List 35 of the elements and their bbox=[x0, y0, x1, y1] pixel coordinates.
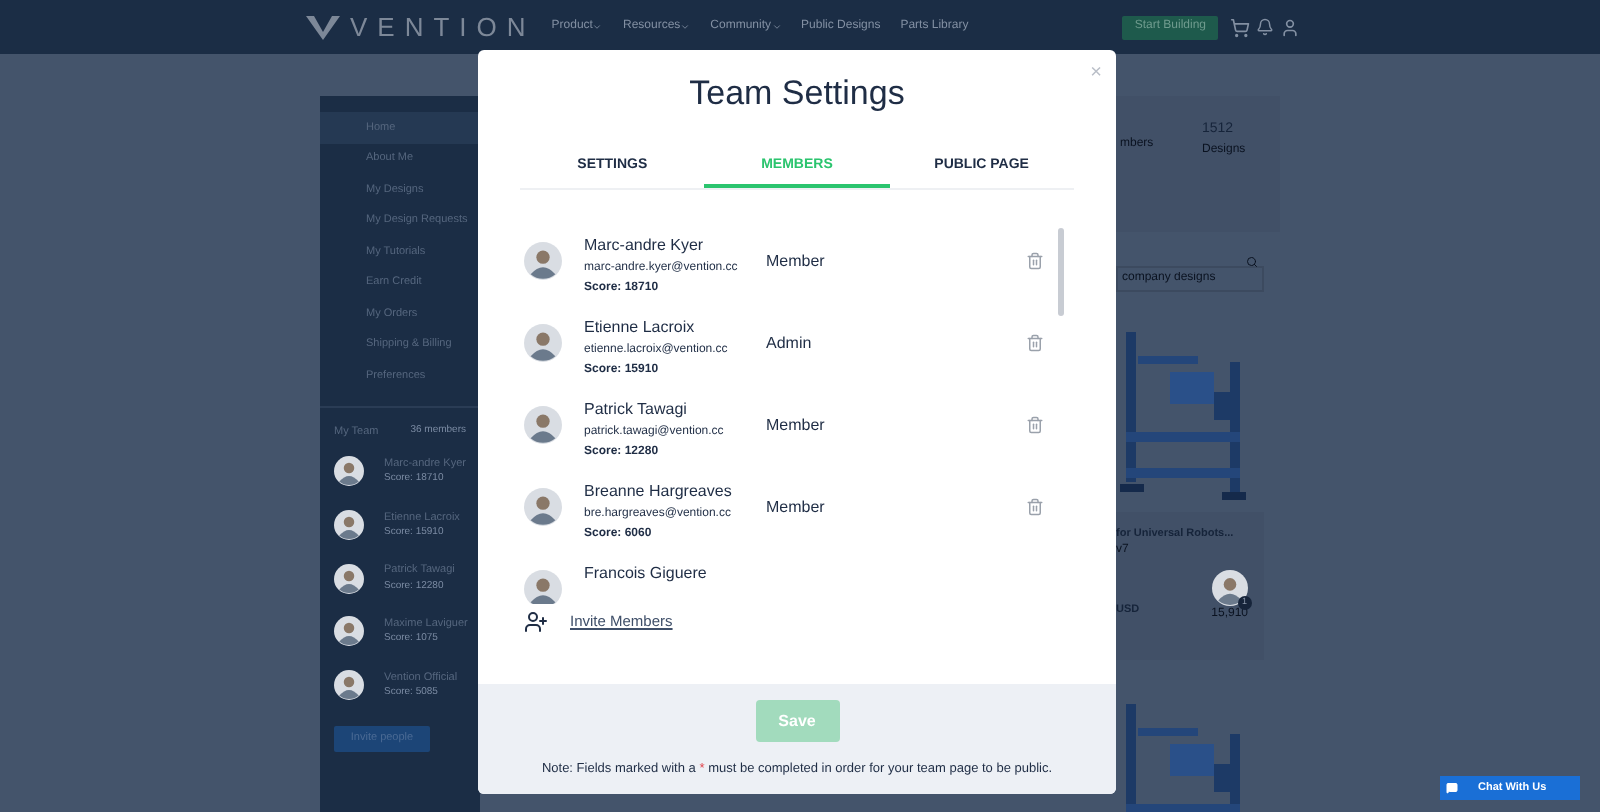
avatar bbox=[334, 670, 364, 701]
member-name: Patrick Tawagi bbox=[584, 397, 689, 421]
close-button[interactable]: × bbox=[1090, 58, 1102, 88]
scrollbar[interactable] bbox=[1058, 227, 1064, 315]
avatar bbox=[334, 509, 364, 540]
member-name: Marc-andre Kyer bbox=[584, 233, 706, 257]
logo-text[interactable]: VENTION bbox=[350, 7, 536, 47]
bell-icon[interactable] bbox=[1256, 18, 1274, 36]
avatar bbox=[334, 563, 364, 594]
delete-icon[interactable] bbox=[1026, 334, 1044, 352]
member-role: Admin bbox=[766, 331, 812, 355]
avatar bbox=[334, 456, 364, 487]
chat-icon bbox=[1446, 782, 1458, 794]
delete-icon[interactable] bbox=[1026, 416, 1044, 434]
member-avatar bbox=[524, 406, 562, 444]
member-role: Member bbox=[766, 249, 825, 273]
member-avatar bbox=[524, 242, 562, 280]
cart-icon[interactable] bbox=[1230, 17, 1250, 37]
delete-icon[interactable] bbox=[1026, 498, 1044, 516]
member-name: Francois Giguere bbox=[584, 561, 709, 585]
search-icon bbox=[1246, 255, 1258, 267]
member-role: Member bbox=[766, 413, 825, 437]
add-user-icon[interactable] bbox=[524, 609, 548, 633]
member-role: Member bbox=[766, 495, 825, 519]
avatar bbox=[334, 616, 364, 647]
member-avatar bbox=[524, 324, 562, 362]
member-avatar bbox=[524, 488, 562, 526]
dialog-title: Team Settings bbox=[689, 72, 905, 116]
logo-icon[interactable] bbox=[306, 15, 340, 39]
designer-avatar bbox=[1211, 570, 1248, 607]
member-avatar bbox=[524, 570, 562, 603]
member-name: Breanne Hargreaves bbox=[584, 479, 734, 503]
delete-icon[interactable] bbox=[1026, 252, 1044, 270]
member-name: Etienne Lacroix bbox=[584, 315, 697, 339]
user-icon[interactable] bbox=[1280, 17, 1300, 37]
